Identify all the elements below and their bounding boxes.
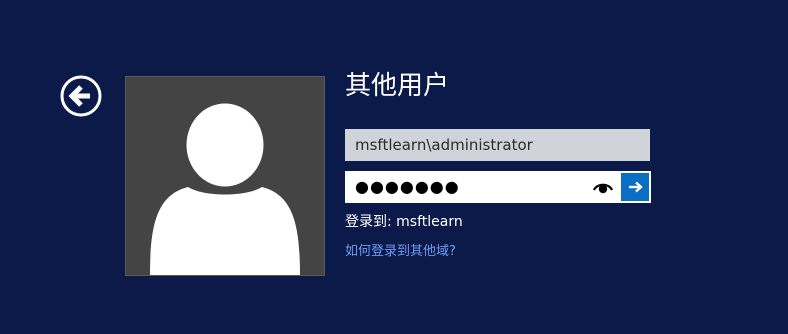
username-field[interactable]: msftlearn\administrator xyxy=(345,129,650,161)
back-arrow-icon xyxy=(60,75,102,117)
submit-button[interactable] xyxy=(621,173,649,201)
arrow-right-icon xyxy=(621,173,649,201)
password-field[interactable]: ●●●●●●● xyxy=(345,171,651,203)
password-value: ●●●●●●● xyxy=(355,177,460,196)
avatar xyxy=(125,76,325,276)
back-button[interactable] xyxy=(60,75,102,117)
eye-icon[interactable] xyxy=(592,179,614,195)
other-domain-link[interactable]: 如何登录到其他域? xyxy=(345,242,456,262)
user-silhouette-icon xyxy=(126,77,324,275)
page-title: 其他用户 xyxy=(345,71,450,101)
signin-domain-label: 登录到: msftlearn xyxy=(345,214,463,230)
